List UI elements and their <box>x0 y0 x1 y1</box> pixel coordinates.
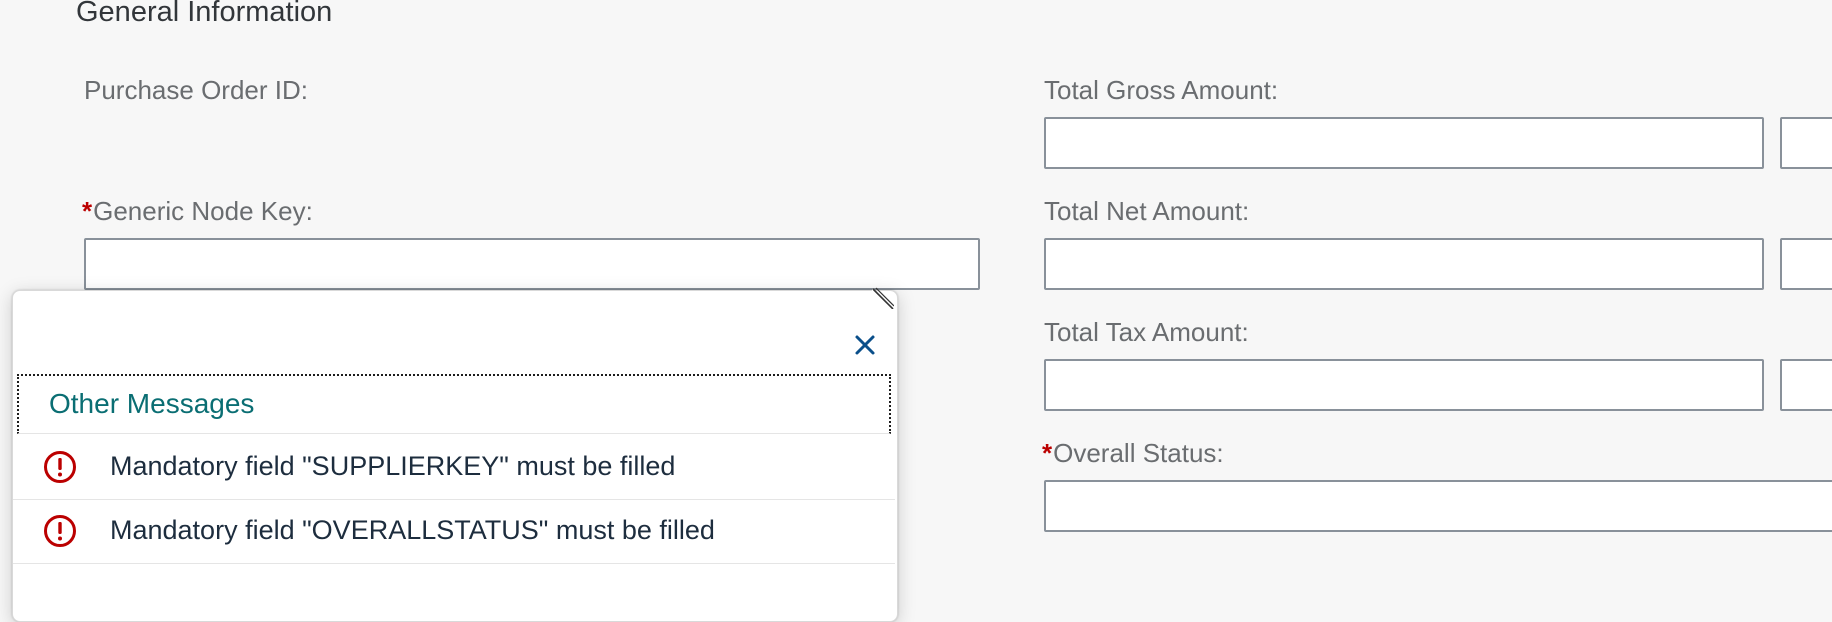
message-list-item[interactable]: Mandatory field "OVERALLSTATUS" must be … <box>13 499 895 564</box>
overall-status-label-text: Overall Status: <box>1053 438 1224 468</box>
generic-node-key-label: *Generic Node Key: <box>82 195 313 227</box>
required-marker: * <box>82 196 93 226</box>
required-marker: * <box>1042 438 1053 468</box>
message-group-title: Other Messages <box>49 388 255 419</box>
section-title: General Information <box>76 0 333 28</box>
close-button[interactable] <box>839 319 891 371</box>
total-gross-amount-input[interactable] <box>1044 117 1764 169</box>
overall-status-input[interactable] <box>1044 480 1832 532</box>
total-net-amount-label: Total Net Amount: <box>1044 196 1250 226</box>
total-tax-amount-currency-input[interactable] <box>1780 359 1832 411</box>
message-text: Mandatory field "OVERALLSTATUS" must be … <box>110 515 715 545</box>
message-list-item[interactable]: Mandatory field "SUPPLIERKEY" must be fi… <box>13 435 895 500</box>
total-gross-amount-field[interactable] <box>1046 119 1762 167</box>
generic-node-key-input[interactable] <box>84 238 980 290</box>
overall-status-field[interactable] <box>1046 482 1832 530</box>
popover-arrow-icon <box>872 287 894 309</box>
total-net-amount-currency-input[interactable] <box>1780 238 1832 290</box>
total-net-amount-field[interactable] <box>1046 240 1762 288</box>
message-group-header: Other Messages <box>17 374 891 434</box>
total-net-amount-input[interactable] <box>1044 238 1764 290</box>
generic-node-key-field[interactable] <box>86 240 978 288</box>
message-text: Mandatory field "SUPPLIERKEY" must be fi… <box>110 451 676 481</box>
total-gross-amount-label: Total Gross Amount: <box>1044 75 1279 105</box>
total-gross-amount-currency-input[interactable] <box>1780 117 1832 169</box>
message-popover: Other Messages Mandatory field "SUPPLIER… <box>12 290 898 622</box>
generic-node-key-label-text: Generic Node Key: <box>93 196 313 226</box>
error-icon <box>44 451 76 483</box>
purchase-order-id-label: Purchase Order ID: <box>84 75 308 105</box>
total-tax-amount-label: Total Tax Amount: <box>1044 317 1249 347</box>
close-icon[interactable] <box>854 334 876 356</box>
error-icon <box>44 515 76 547</box>
overall-status-label: *Overall Status: <box>1042 437 1224 469</box>
total-tax-amount-input[interactable] <box>1044 359 1764 411</box>
total-tax-amount-field[interactable] <box>1046 361 1762 409</box>
